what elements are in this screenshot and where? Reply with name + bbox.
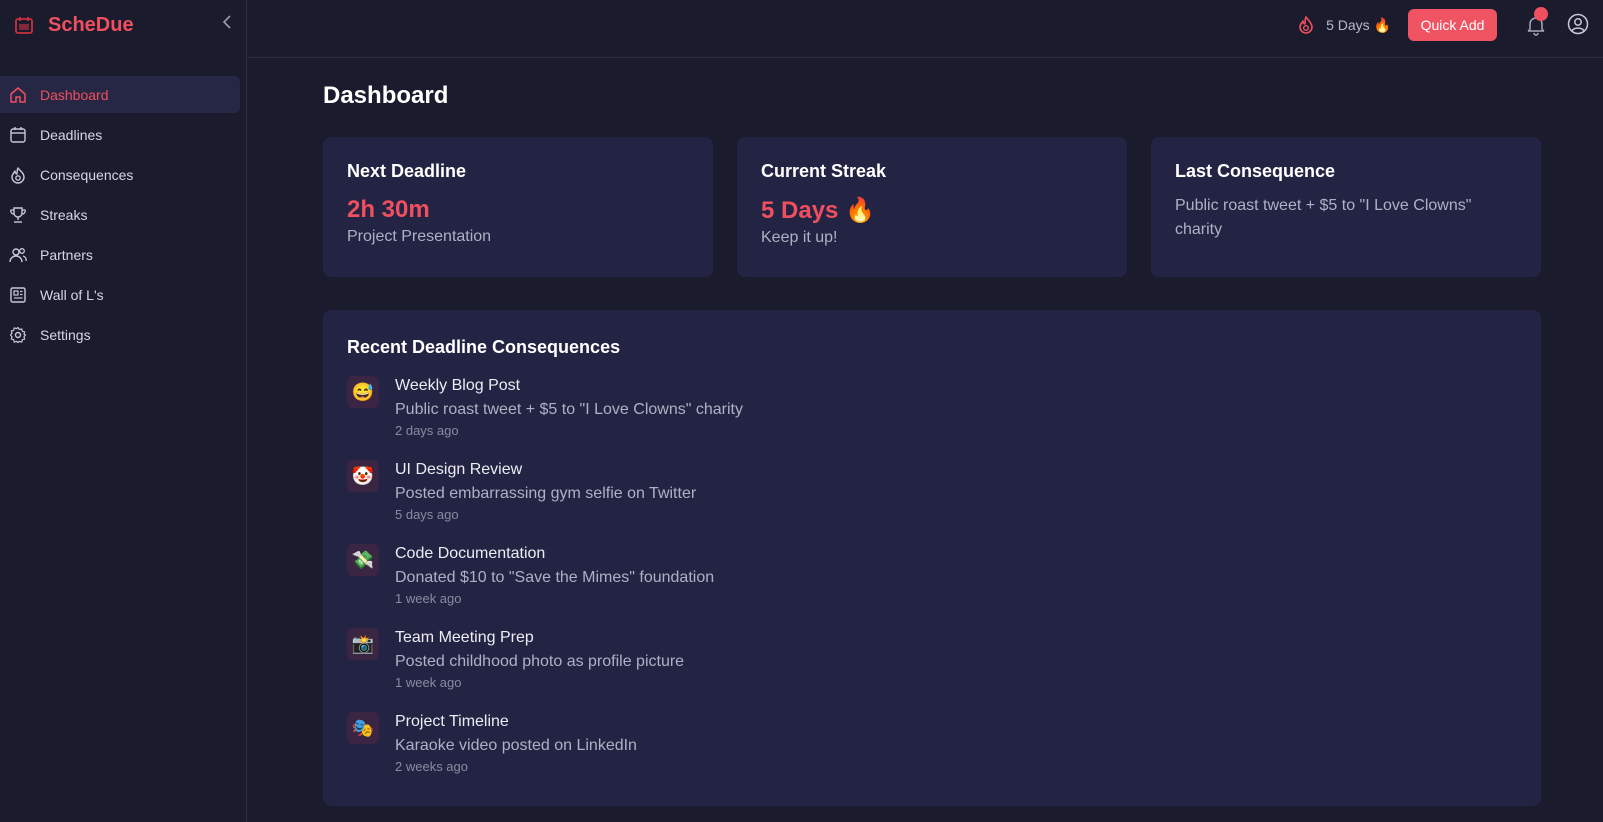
item-timestamp: 5 days ago [395, 507, 459, 522]
calendar-icon [9, 126, 27, 144]
sidebar-item-label: Partners [40, 246, 93, 263]
item-title: Weekly Blog Post [395, 377, 521, 394]
notification-badge [1534, 7, 1548, 21]
emoji-avatar: 😅 [347, 376, 379, 408]
emoji-avatar: 🎭 [347, 712, 379, 744]
last-consequence-card[interactable]: Last Consequence Public roast tweet + $5… [1151, 137, 1541, 277]
list-item[interactable]: 🤡 UI Design Review Posted embarrassing g… [347, 460, 1517, 544]
calendar-logo-icon [14, 15, 34, 35]
sidebar-item-streaks[interactable]: Streaks [0, 196, 240, 233]
sidebar-item-deadlines[interactable]: Deadlines [0, 116, 240, 153]
newspaper-icon [9, 286, 27, 304]
item-timestamp: 1 week ago [395, 591, 462, 606]
item-timestamp: 1 week ago [395, 675, 462, 690]
emoji-avatar: 📸 [347, 628, 379, 660]
app-root: ScheDue Dashboard Deadlines Consequences… [0, 0, 1603, 822]
list-item[interactable]: 🎭 Project Timeline Karaoke video posted … [347, 712, 1517, 796]
users-icon [9, 246, 27, 264]
sidebar-item-label: Wall of L's [40, 286, 104, 303]
list-item[interactable]: 💸 Code Documentation Donated $10 to "Sav… [347, 544, 1517, 628]
top-header: 5 Days 🔥 Quick Add [248, 0, 1603, 58]
item-title: UI Design Review [395, 461, 523, 478]
item-description: Posted embarrassing gym selfie on Twitte… [395, 485, 697, 502]
sidebar-item-dashboard[interactable]: Dashboard [0, 76, 240, 113]
item-description: Public roast tweet + $5 to "I Love Clown… [395, 401, 743, 418]
sidebar-item-consequences[interactable]: Consequences [0, 156, 240, 193]
header-streak-label: 5 Days 🔥 [1326, 16, 1391, 33]
sidebar-item-label: Settings [40, 326, 91, 343]
sidebar-nav: Dashboard Deadlines Consequences Streaks [0, 76, 247, 356]
quick-add-button[interactable]: Quick Add [1408, 9, 1497, 41]
flame-icon [1296, 15, 1316, 35]
flame-icon [9, 166, 27, 184]
next-deadline-name: Project Presentation [347, 228, 492, 245]
user-profile-icon[interactable] [1567, 13, 1589, 35]
next-deadline-card[interactable]: Next Deadline 2h 30m Project Presentatio… [323, 137, 713, 277]
item-description: Donated $10 to "Save the Mimes" foundati… [395, 569, 715, 586]
header-streak[interactable]: 5 Days 🔥 [1296, 14, 1391, 36]
sidebar-item-wall-of-ls[interactable]: Wall of L's [0, 276, 240, 313]
item-description: Karaoke video posted on LinkedIn [395, 737, 637, 754]
card-title: Last Consequence [1175, 161, 1336, 181]
item-timestamp: 2 days ago [395, 423, 459, 438]
section-title: Recent Deadline Consequences [347, 337, 621, 357]
item-description: Posted childhood photo as profile pictur… [395, 653, 685, 670]
sidebar-item-partners[interactable]: Partners [0, 236, 240, 273]
page-title: Dashboard [323, 82, 449, 109]
collapse-sidebar-button[interactable] [218, 14, 236, 34]
sidebar-item-label: Consequences [40, 166, 134, 183]
item-title: Team Meeting Prep [395, 629, 534, 646]
list-item[interactable]: 😅 Weekly Blog Post Public roast tweet + … [347, 376, 1517, 460]
emoji-avatar: 💸 [347, 544, 379, 576]
sidebar-item-label: Dashboard [40, 86, 109, 103]
trophy-icon [9, 206, 27, 224]
sidebar-item-label: Deadlines [40, 126, 103, 143]
brand[interactable]: ScheDue [14, 12, 134, 38]
emoji-avatar: 🤡 [347, 460, 379, 492]
recent-consequences-panel: Recent Deadline Consequences 😅 Weekly Bl… [323, 310, 1541, 806]
next-deadline-time: 2h 30m [347, 196, 430, 223]
card-title: Next Deadline [347, 161, 467, 181]
current-streak-value: 5 Days 🔥 [761, 197, 875, 224]
home-icon [9, 86, 27, 104]
app-name: ScheDue [48, 13, 134, 36]
current-streak-card[interactable]: Current Streak 5 Days 🔥 Keep it up! [737, 137, 1127, 277]
sidebar-item-settings[interactable]: Settings [0, 316, 240, 353]
list-item[interactable]: 📸 Team Meeting Prep Posted childhood pho… [347, 628, 1517, 712]
card-title: Current Streak [761, 161, 887, 181]
sidebar-item-label: Streaks [40, 206, 88, 223]
item-title: Project Timeline [395, 713, 509, 730]
item-title: Code Documentation [395, 545, 546, 562]
current-streak-subtitle: Keep it up! [761, 229, 838, 246]
recent-consequences-list: 😅 Weekly Blog Post Public roast tweet + … [347, 376, 1517, 796]
chevron-left-icon [222, 14, 232, 34]
sidebar: ScheDue Dashboard Deadlines Consequences… [0, 0, 247, 822]
gear-icon [9, 326, 27, 344]
item-timestamp: 2 weeks ago [395, 759, 468, 774]
last-consequence-text: Public roast tweet + $5 to "I Love Clown… [1175, 197, 1472, 238]
